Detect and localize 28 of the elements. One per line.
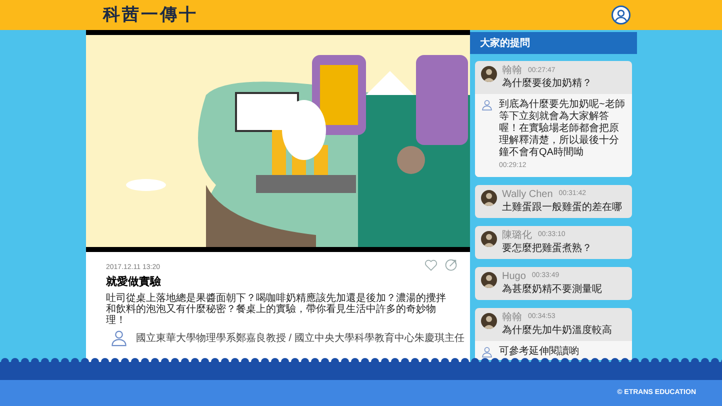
person-icon <box>110 329 128 347</box>
user-name: 陳璐化 <box>502 230 532 242</box>
speaker-text: 國立東華大學物理學系鄭嘉良教授 / 國立中央大學科學教育中心朱慶琪主任 <box>136 332 464 346</box>
question-text: 要怎麼把雞蛋煮熟？ <box>502 242 592 254</box>
answer-text: 可參考延伸閱讀喲 <box>499 346 579 358</box>
like-icon[interactable] <box>424 258 438 272</box>
avatar <box>481 312 497 328</box>
person-icon <box>481 346 493 358</box>
avatar <box>481 272 497 288</box>
user-name: Hugo <box>502 270 526 282</box>
question-text: 土雞蛋跟一般雞蛋的差在哪 <box>502 200 622 214</box>
site-logo[interactable]: 科茜一傳十 <box>103 2 198 28</box>
question-text: 為什麼要後加奶精？ <box>502 77 592 90</box>
question-text: 為甚麼奶精不要測量呢 <box>502 282 602 296</box>
user-name: 翰翰 <box>502 65 522 77</box>
share-icon[interactable] <box>444 258 458 272</box>
user-name: 翰翰 <box>502 312 522 324</box>
avatar <box>481 66 497 82</box>
post-description: 吐司從桌上落地總是果醬面朝下？喝咖啡奶精應該先加還是後加？濃湯的攪拌和飲料的泡泡又有什麼秘密？餐桌上的實驗，帶你看見生活中許多的奇妙物理！ <box>106 293 447 326</box>
person-icon <box>481 99 493 111</box>
answer-text: 到底為什麼要先加奶呢~老師等下立刻就會為大家解答喔！在實驗場老師都會把原理解釋清楚，所以最後十分鐘不會有QA時間呦 <box>499 99 626 159</box>
panel-header: 大家的提問 <box>470 32 637 54</box>
avatar <box>481 230 497 246</box>
post-title: 就愛做實驗 <box>106 276 161 289</box>
avatar <box>481 190 497 206</box>
question-text: 為什麼先加牛奶溫度較高 <box>502 324 612 336</box>
account-icon[interactable] <box>611 5 631 25</box>
user-name: Wally Chen <box>502 188 553 200</box>
